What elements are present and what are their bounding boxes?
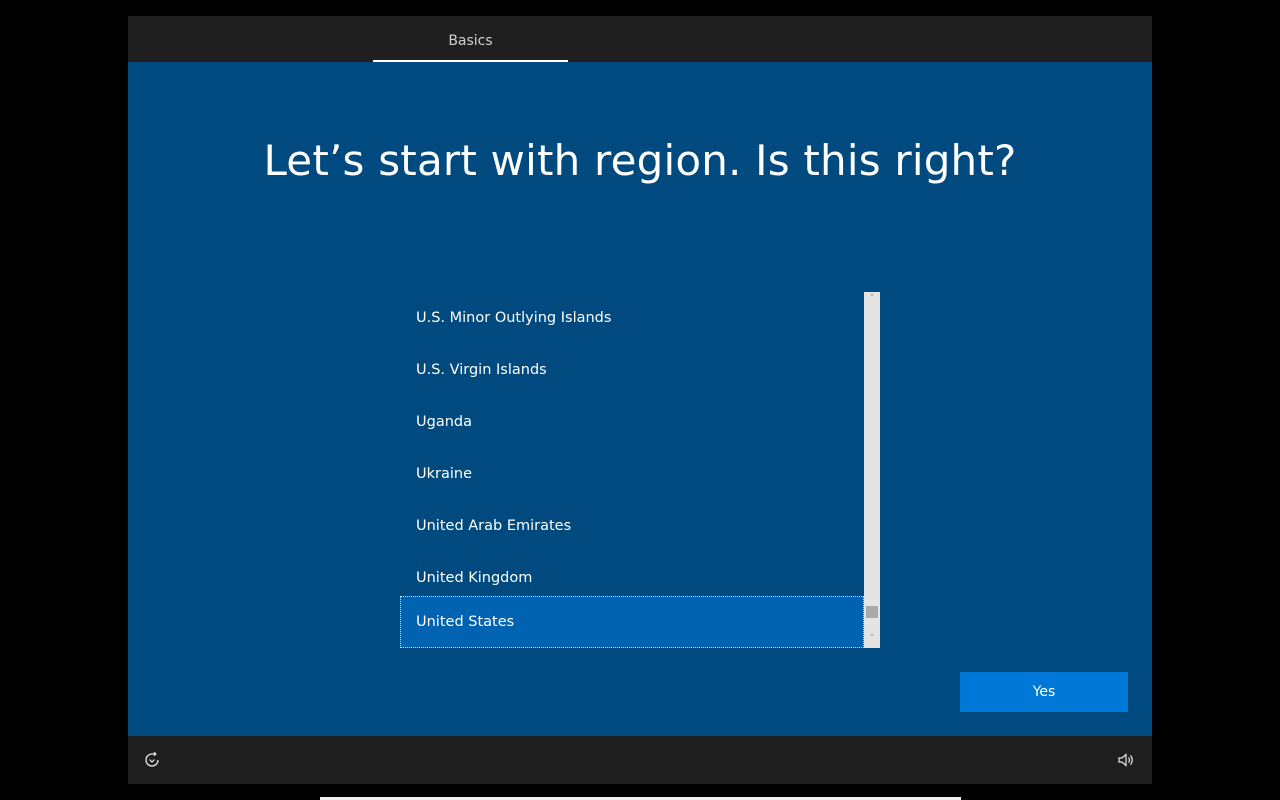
top-bar: Basics	[128, 16, 1152, 62]
list-item-region[interactable]: Ukraine	[400, 448, 864, 500]
oobe-screen: Basics Let’s start with region. Is this …	[128, 16, 1152, 784]
list-item-region[interactable]: Uganda	[400, 396, 864, 448]
scroll-thumb[interactable]	[866, 606, 878, 618]
list-scrollbar[interactable]: ˄ ˅	[864, 292, 880, 648]
list-item-region-selected[interactable]: United States	[400, 596, 864, 648]
volume-icon[interactable]	[1116, 750, 1136, 770]
ease-of-access-icon[interactable]	[142, 750, 162, 770]
yes-button[interactable]: Yes	[960, 672, 1128, 712]
bottom-bar	[128, 736, 1152, 784]
scroll-up-arrow-icon[interactable]: ˄	[864, 292, 880, 306]
page-title: Let’s start with region. Is this right?	[263, 136, 1017, 185]
list-item-region[interactable]: U.S. Virgin Islands	[400, 344, 864, 396]
list-item-region[interactable]: U.S. Minor Outlying Islands	[400, 292, 864, 344]
region-list: U.S. Minor Outlying Islands U.S. Virgin …	[400, 292, 864, 648]
tab-basics[interactable]: Basics	[373, 16, 568, 62]
region-listbox[interactable]: U.S. Minor Outlying Islands U.S. Virgin …	[400, 292, 880, 648]
scroll-down-arrow-icon[interactable]: ˅	[864, 632, 880, 646]
list-item-region[interactable]: United Arab Emirates	[400, 500, 864, 552]
